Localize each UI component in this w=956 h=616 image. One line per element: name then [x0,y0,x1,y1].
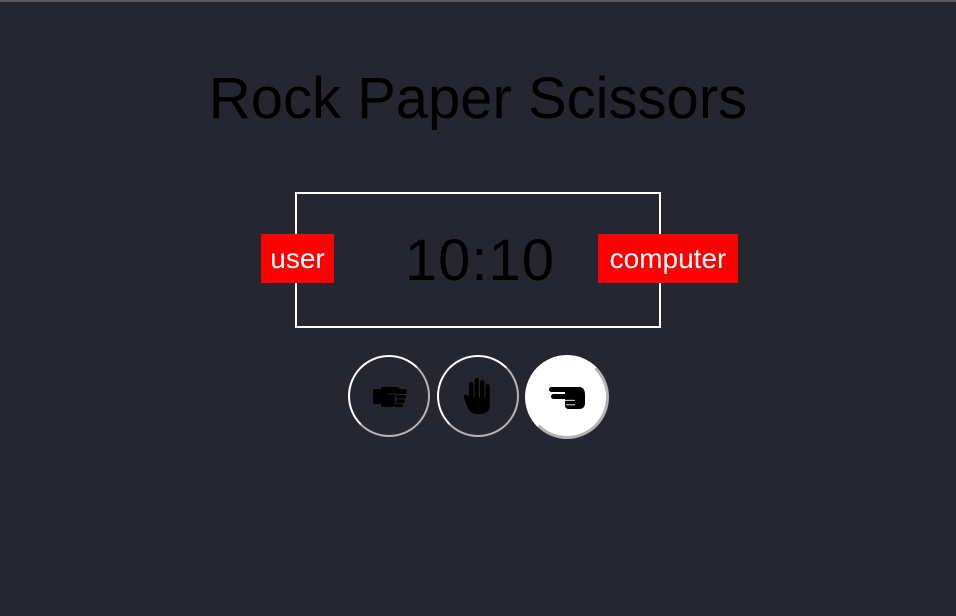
user-badge: user [261,234,334,283]
choices-group [348,355,610,439]
fist-icon [373,387,407,407]
rock-button[interactable] [348,355,430,437]
paper-button[interactable] [437,355,519,437]
open-hand-icon [463,378,490,414]
scissors-button[interactable] [525,355,609,439]
page-title: Rock Paper Scissors [208,66,748,131]
window-top-border [0,0,956,2]
scissors-hand-icon [549,387,585,409]
computer-badge: computer [598,234,738,283]
